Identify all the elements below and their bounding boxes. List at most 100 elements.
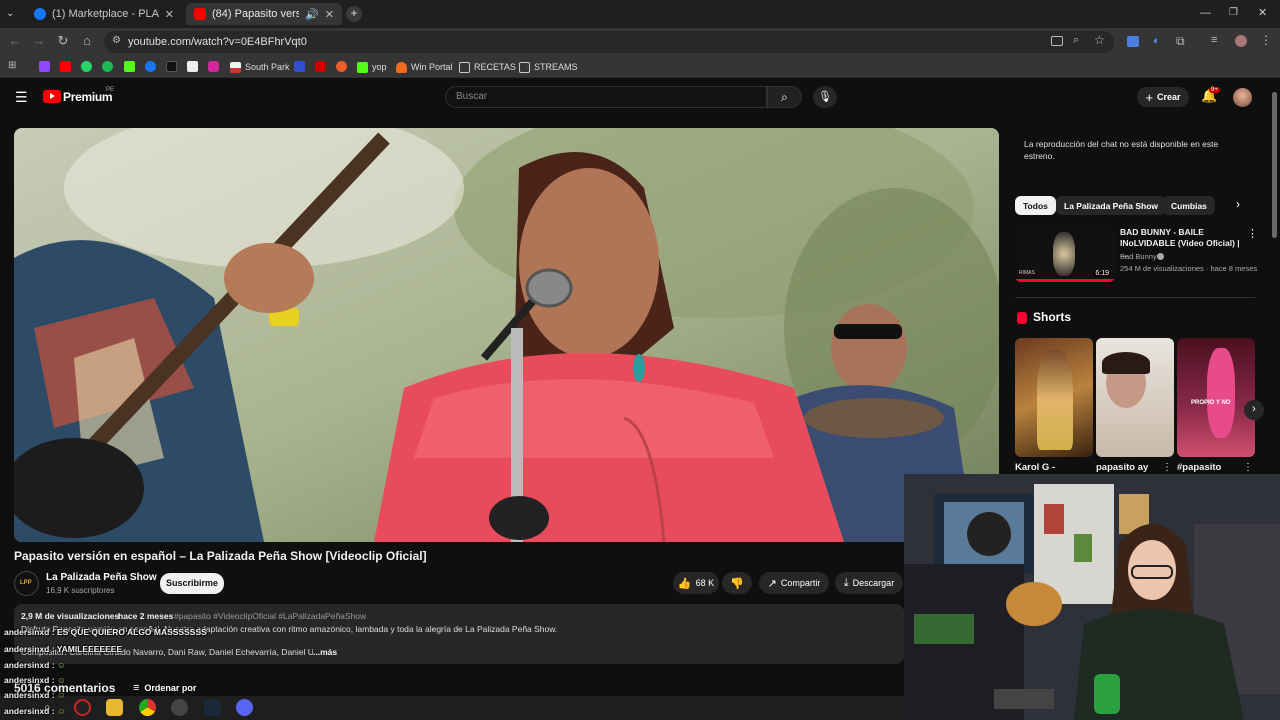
share-button[interactable]: ↗ Compartir (759, 572, 829, 594)
whatsapp-icon[interactable] (81, 61, 92, 72)
bookmark-star-icon[interactable]: ☆ (1094, 33, 1105, 47)
short-thumbnail[interactable] (1096, 338, 1174, 457)
short-thumbnail[interactable] (1015, 338, 1093, 457)
kick-icon[interactable] (124, 61, 135, 72)
publish-date: hace 2 meses (118, 611, 174, 621)
chat-message: andersinxd : ☺ (4, 690, 66, 700)
short-thumbnail[interactable]: PROPIO Y NO (1177, 338, 1255, 457)
subscribe-button[interactable]: Suscribirme (160, 573, 224, 594)
bookmark-folder-recetas[interactable]: RECETAS (459, 60, 516, 74)
tab-youtube[interactable]: (84) Papasito versión en español 🔊 ✕ (186, 3, 342, 25)
translate-extension-icon[interactable] (1127, 36, 1139, 47)
emote-icon: ☺ (56, 660, 66, 670)
youtube-logo-icon[interactable] (43, 90, 61, 103)
bookmark-folder-streams[interactable]: STREAMS (519, 60, 578, 74)
browser-menu-icon[interactable]: ⋮ (1260, 33, 1272, 47)
tab-marketplace[interactable]: (1) Marketplace - PLAY STATION ✕ (26, 3, 182, 25)
like-button[interactable]: 👍 68 K (673, 572, 719, 594)
chat-message: andersinxd : ☺ (4, 660, 66, 670)
page-scrollbar[interactable] (1272, 92, 1277, 238)
recommended-channel[interactable]: Bad Bunny (1120, 252, 1157, 261)
close-tab-icon[interactable]: ✕ (325, 8, 334, 21)
voice-search-button[interactable]: 🎙 (813, 86, 837, 108)
bookmark-m-icon[interactable] (294, 61, 305, 72)
recommended-thumbnail[interactable]: RIMAS 6:19 (1015, 226, 1115, 282)
chevron-right-icon[interactable]: › (1236, 197, 1240, 211)
subscriber-count: 16,9 K suscriptores (46, 586, 115, 595)
south-park-icon (230, 61, 241, 73)
twitch-icon[interactable] (39, 61, 50, 72)
hamburger-menu-icon[interactable]: ☰ (15, 89, 28, 106)
new-tab-button[interactable]: + (346, 6, 362, 22)
search-input[interactable]: Buscar (445, 86, 767, 108)
profile-avatar-icon[interactable] (1235, 35, 1247, 47)
home-icon[interactable]: ⌂ (78, 33, 96, 48)
speaker-icon[interactable]: 🔊 (305, 8, 319, 21)
youtube-bookmark-icon[interactable] (60, 61, 71, 72)
more-actions-icon[interactable]: ⋮ (1247, 227, 1258, 240)
close-tab-icon[interactable]: ✕ (165, 8, 174, 21)
dislike-button[interactable]: 👎 (722, 572, 752, 594)
reload-icon[interactable]: ↻ (54, 33, 72, 49)
discord-icon[interactable] (236, 699, 253, 716)
facebook-bookmark-icon[interactable] (145, 61, 156, 72)
more-actions-icon[interactable]: ⋮ (1162, 462, 1172, 473)
bookmark-orange-icon[interactable] (336, 61, 347, 72)
bookmark-yop[interactable]: yop (357, 60, 387, 74)
windows-taskbar (0, 696, 904, 720)
short-title[interactable]: Karol G - (1015, 462, 1055, 473)
tiktok-icon[interactable] (166, 61, 177, 72)
account-avatar[interactable] (1233, 88, 1252, 107)
cast-icon[interactable] (1051, 36, 1063, 46)
amazon-icon[interactable] (187, 61, 198, 72)
media-controls-icon[interactable]: ≡ (1211, 34, 1217, 46)
instagram-icon[interactable] (208, 61, 219, 72)
file-explorer-icon[interactable] (106, 699, 123, 716)
zoom-icon[interactable]: ⌕ (1073, 34, 1079, 47)
close-window-button[interactable]: ✕ (1258, 6, 1267, 19)
restore-button[interactable]: ❐ (1229, 7, 1238, 18)
create-button[interactable]: + Crear (1137, 87, 1189, 107)
bookmark-south-park[interactable]: South Park (230, 60, 290, 74)
sort-comments-button[interactable]: ≡ Ordenar por (133, 682, 196, 694)
chip-all[interactable]: Todos (1015, 196, 1056, 215)
plus-icon: + (1145, 89, 1154, 105)
video-duration: 6:19 (1093, 270, 1111, 277)
forward-icon[interactable]: → (30, 33, 48, 48)
site-info-icon[interactable]: ⚙ (112, 35, 121, 46)
folder-icon (459, 61, 470, 73)
chip-cumbias[interactable]: Cumbias (1163, 196, 1215, 215)
chip-channel[interactable]: La Palizada Peña Show (1056, 196, 1167, 215)
back-icon[interactable]: ← (6, 33, 24, 48)
minimize-button[interactable]: — (1200, 7, 1211, 19)
chrome-icon[interactable] (139, 699, 156, 716)
hashtags[interactable]: #papasito #VideoclipOficial #LaPalizadaP… (174, 611, 366, 621)
puzzle-extensions-icon[interactable]: ⧉ (1176, 34, 1185, 49)
bookmark-win-portal[interactable]: Win Portal (396, 60, 453, 74)
search-button[interactable]: ⌕ (767, 86, 802, 108)
channel-name[interactable]: La Palizada Peña Show (46, 572, 157, 583)
search-taskbar-icon[interactable]: ⌕ (44, 700, 51, 715)
short-title[interactable]: papasito ay (1096, 462, 1148, 473)
url-field[interactable]: ⚙ youtube.com/watch?v=0E4BFhrVqt0 (104, 31, 1114, 53)
spotify-icon[interactable] (102, 61, 113, 72)
steam-icon[interactable] (204, 699, 221, 716)
emote-icon: ☺ (56, 706, 66, 716)
obs-icon[interactable] (171, 699, 188, 716)
show-more-link[interactable]: ...más (313, 647, 337, 657)
region-code: PE (106, 87, 115, 93)
tab-search-icon[interactable]: ⌄ (6, 8, 14, 19)
shorts-next-button[interactable]: › (1244, 400, 1264, 420)
folder-icon (519, 61, 530, 73)
emote-icon: ☺ (56, 675, 66, 685)
more-actions-icon[interactable]: ⋮ (1243, 462, 1253, 473)
youtube-logo-text[interactable]: Premium (63, 90, 113, 104)
apps-grid-icon[interactable]: ⊞ (8, 60, 16, 71)
short-title[interactable]: #papasito (1177, 462, 1221, 473)
channel-avatar[interactable]: LPP (14, 571, 39, 596)
video-player[interactable] (14, 128, 999, 542)
download-button[interactable]: ⤓ Descargar (835, 572, 903, 594)
taskbar-app-icon[interactable] (74, 699, 91, 716)
bookmark-red-icon[interactable] (315, 61, 326, 72)
extension-icon[interactable]: ◖ (1152, 35, 1159, 47)
